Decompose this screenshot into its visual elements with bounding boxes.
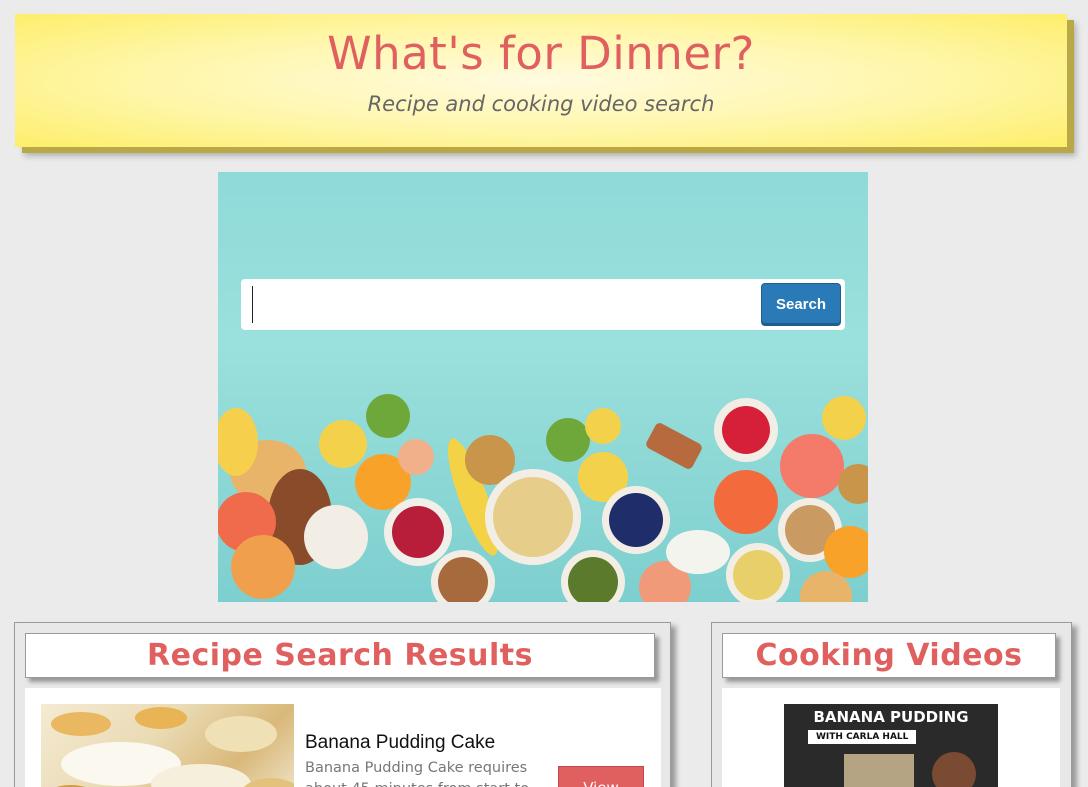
recipe-results-panel: Recipe Search Results Banana Pudding Cak… <box>14 622 671 787</box>
banana-pudding-image <box>51 707 294 787</box>
page: What's for Dinner? Recipe and cooking vi… <box>0 0 1088 787</box>
recipe-list: Banana Pudding Cake Banana Pudding Cake … <box>25 688 661 787</box>
video-thumbnail[interactable]: BANANA PUDDING WITH CARLA HALL <box>784 704 998 787</box>
page-subtitle: Recipe and cooking video search <box>367 92 715 116</box>
video-list: BANANA PUDDING WITH CARLA HALL <box>722 688 1060 787</box>
page-title: What's for Dinner? <box>327 27 755 80</box>
recipe-results-heading: Recipe Search Results <box>25 633 655 678</box>
cooking-videos-panel: Cooking Videos BANANA PUDDING WITH CARLA… <box>711 622 1072 787</box>
search-input[interactable] <box>252 286 756 323</box>
view-recipe-button[interactable]: View <box>558 766 644 787</box>
cooking-videos-heading: Cooking Videos <box>722 633 1056 678</box>
search-bar: Search <box>241 279 845 330</box>
food-illustration <box>218 394 868 602</box>
header-banner: What's for Dinner? Recipe and cooking vi… <box>15 14 1067 147</box>
recipe-name[interactable]: Banana Pudding Cake <box>305 732 495 754</box>
video-thumb-art <box>844 752 976 787</box>
search-button[interactable]: Search <box>761 283 841 326</box>
recipe-thumbnail[interactable] <box>41 704 294 787</box>
hero-image: Search <box>218 172 868 602</box>
recipe-description: Banana Pudding Cake requires about 45 mi… <box>305 760 529 787</box>
